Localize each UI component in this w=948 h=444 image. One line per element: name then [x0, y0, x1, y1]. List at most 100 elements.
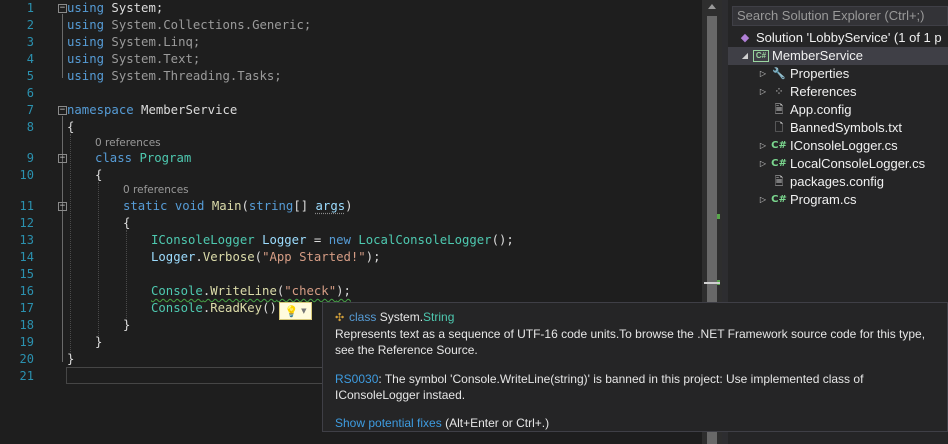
class-icon: ✣ — [335, 312, 345, 324]
line-number: 16 — [19, 284, 34, 298]
tooltip-fixes: Show potential fixes (Alt+Enter or Ctrl+… — [335, 416, 550, 430]
tooltip-diagnostic: RS0030: The symbol 'Console.WriteLine(st… — [335, 372, 864, 402]
line-number: 1 — [26, 1, 34, 15]
csharp-file-icon: C# — [771, 194, 787, 205]
expand-triangle-icon[interactable]: ▷ — [756, 83, 770, 101]
references-icon: ⁘ — [774, 86, 784, 98]
line-number: 6 — [26, 86, 34, 100]
line-number: 15 — [19, 267, 34, 281]
line-number: 8 — [26, 120, 34, 134]
csharp-project-icon: C# — [752, 48, 770, 64]
code-line: { — [123, 216, 131, 230]
code-line: } — [95, 335, 103, 349]
code-line: } — [123, 318, 131, 332]
line-number: 10 — [19, 168, 34, 182]
chevron-down-icon: ▼ — [301, 307, 307, 315]
tree-item-solution[interactable]: ◆ Solution 'LobbyService' (1 of 1 p — [736, 29, 942, 47]
quick-info-tooltip: ✣ class System.String Represents text as … — [322, 302, 948, 432]
indent-guide — [126, 230, 127, 324]
collapse-namespace-toggle[interactable]: − — [58, 106, 67, 115]
solution-explorer-search-input[interactable]: Search Solution Explorer (Ctrl+;) — [732, 6, 948, 26]
indent-guide — [70, 134, 71, 356]
code-line: using System.Collections.Generic; — [67, 18, 312, 32]
config-file-icon: 🗎 — [774, 176, 784, 188]
line-number: 2 — [26, 18, 34, 32]
line-number: 13 — [19, 233, 34, 247]
line-number-gutter: 1 2 3 4 5 6 7 8 9 10 11 12 13 14 15 16 1… — [0, 0, 40, 444]
codelens-references[interactable]: 0 references — [123, 184, 189, 196]
expand-triangle-icon[interactable]: ▷ — [756, 137, 770, 155]
tree-item-label: MemberService — [772, 48, 864, 63]
tree-item-localconsolelogger[interactable]: ▷ C# LocalConsoleLogger.cs — [756, 155, 925, 173]
line-number: 21 — [19, 369, 34, 383]
wrench-icon: 🔧 — [772, 68, 786, 80]
text-file-icon: 🗋 — [774, 122, 784, 134]
line-number: 5 — [26, 69, 34, 83]
tree-item-packages-config[interactable]: 🗎 packages.config — [770, 173, 884, 191]
quick-actions-lightbulb[interactable]: 💡 ▼ — [279, 302, 312, 320]
tree-item-project[interactable]: ◢ C# MemberService — [728, 47, 948, 65]
line-number: 7 — [26, 103, 34, 117]
line-number: 20 — [19, 352, 34, 366]
line-number: 3 — [26, 35, 34, 49]
expand-triangle-icon[interactable]: ▷ — [756, 65, 770, 83]
csharp-file-icon: C# — [771, 140, 787, 151]
tree-item-banned-symbols[interactable]: 🗋 BannedSymbols.txt — [770, 119, 902, 137]
line-number: 11 — [19, 199, 34, 213]
tree-item-app-config[interactable]: 🗎 App.config — [770, 101, 852, 119]
tree-item-label: Solution 'LobbyService' (1 of 1 p — [756, 30, 942, 45]
code-line: Logger.Verbose("App Started!"); — [151, 250, 381, 264]
collapse-usings-toggle[interactable]: − — [58, 4, 67, 13]
tree-item-label: BannedSymbols.txt — [790, 120, 903, 135]
tree-item-label: References — [790, 84, 857, 99]
tooltip-description: Represents text as a sequence of UTF-16 … — [335, 327, 926, 357]
line-number: 4 — [26, 52, 34, 66]
tree-item-label: LocalConsoleLogger.cs — [790, 156, 926, 171]
collapse-class-toggle[interactable]: − — [58, 154, 67, 163]
expand-triangle-icon[interactable]: ▷ — [756, 155, 770, 173]
code-line: using System.Threading.Tasks; — [67, 69, 282, 83]
code-line: { — [95, 168, 103, 182]
show-potential-fixes-link[interactable]: Show potential fixes — [335, 416, 442, 430]
line-number: 18 — [19, 318, 34, 332]
code-line: namespace MemberService — [67, 103, 238, 117]
tree-item-properties[interactable]: ▷ 🔧 Properties — [756, 65, 849, 83]
tree-item-references[interactable]: ▷ ⁘ References — [756, 83, 857, 101]
caret-position-marker — [704, 282, 720, 284]
collapse-method-toggle[interactable]: − — [58, 202, 67, 211]
tooltip-signature: ✣ class System.String — [335, 310, 455, 324]
tree-item-label: App.config — [790, 102, 852, 117]
tree-item-label: Program.cs — [790, 192, 857, 207]
code-line: Console.WriteLine("check"); — [151, 284, 351, 298]
code-line: class Program — [95, 151, 192, 165]
tree-item-iconsolelogger[interactable]: ▷ C# IConsoleLogger.cs — [756, 137, 898, 155]
tree-item-label: packages.config — [790, 174, 884, 189]
line-number: 12 — [19, 216, 34, 230]
line-number: 9 — [26, 151, 34, 165]
codelens-references[interactable]: 0 references — [95, 137, 161, 149]
fold-guide — [62, 14, 63, 78]
csharp-file-icon: C# — [771, 158, 787, 169]
config-file-icon: 🗎 — [774, 104, 784, 116]
line-number: 17 — [19, 301, 34, 315]
line-number: 19 — [19, 335, 34, 349]
diagnostic-code-link[interactable]: RS0030 — [335, 372, 378, 386]
code-line: { — [67, 120, 75, 134]
code-line: Console.ReadKey(); — [151, 301, 285, 315]
change-marker — [717, 214, 720, 219]
scroll-up-arrow-icon[interactable] — [708, 4, 716, 9]
tree-item-label: IConsoleLogger.cs — [790, 138, 898, 153]
lightbulb-icon: 💡 — [284, 304, 299, 318]
expanded-triangle-icon[interactable]: ◢ — [738, 47, 752, 65]
indent-guide — [98, 182, 99, 338]
tree-item-program[interactable]: ▷ C# Program.cs — [756, 191, 857, 209]
code-line: using System.Text; — [67, 52, 201, 66]
code-line: static void Main(string[] args) — [123, 199, 353, 213]
code-line: using System; — [67, 1, 164, 15]
code-line: } — [67, 352, 75, 366]
code-line: using System.Linq; — [67, 35, 201, 49]
line-number: 14 — [19, 250, 34, 264]
solution-icon: ◆ — [740, 32, 750, 44]
tree-item-label: Properties — [790, 66, 850, 81]
expand-triangle-icon[interactable]: ▷ — [756, 191, 770, 209]
